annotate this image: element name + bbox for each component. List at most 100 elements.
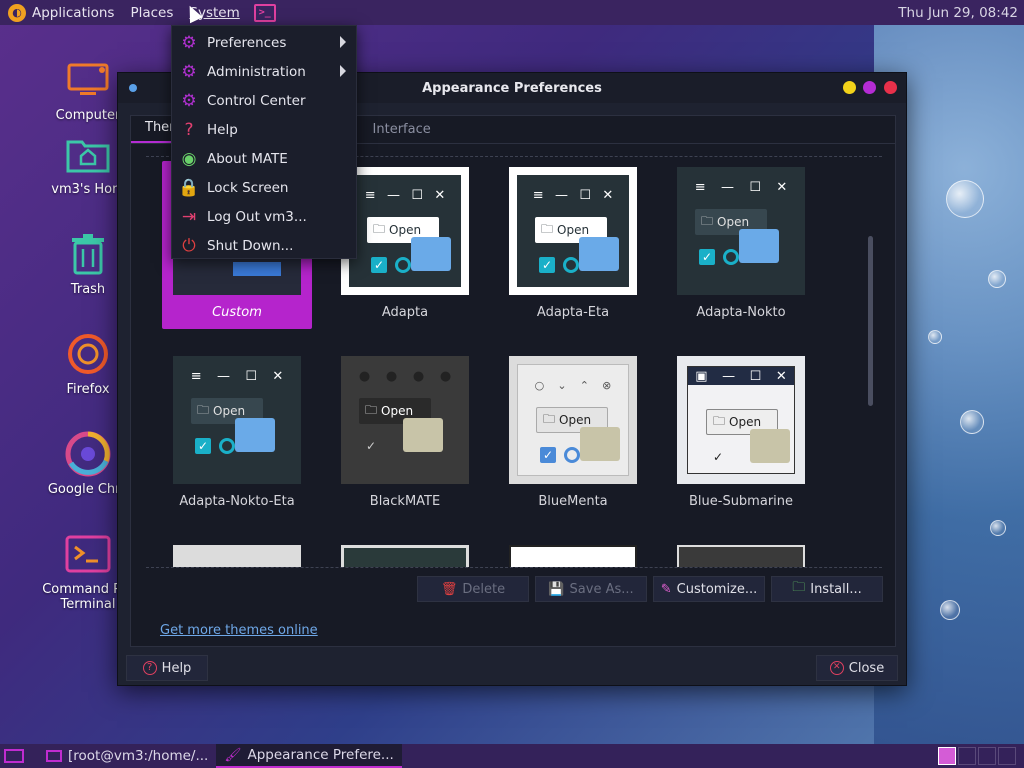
terminal-icon bbox=[46, 750, 62, 762]
menu-item-log-out[interactable]: ⇥ Log Out vm3... bbox=[172, 202, 356, 231]
customize-button[interactable]: ✎ Customize... bbox=[653, 576, 765, 602]
open-button-preview: Open bbox=[389, 223, 422, 237]
taskbar-item-label: Appearance Prefere... bbox=[247, 747, 394, 763]
theme-thumbnail: ▣ — ☐ ✕ 🗀 Open ✓ bbox=[677, 356, 805, 484]
close-button-label: Close bbox=[848, 660, 885, 676]
submenu-arrow-icon bbox=[340, 36, 346, 48]
home-folder-icon bbox=[64, 130, 112, 178]
checkbox-icon: ✓ bbox=[195, 438, 211, 454]
tab-interface[interactable]: Interface bbox=[359, 116, 445, 143]
folder-icon bbox=[411, 237, 451, 271]
close-window-button[interactable] bbox=[884, 81, 897, 94]
folder-icon bbox=[403, 418, 443, 452]
trash-icon bbox=[64, 230, 112, 278]
theme-thumbnail: ≡ — ☐ ✕ 🗀 Open ✓ bbox=[341, 167, 469, 295]
close-icon: ✕ bbox=[829, 661, 844, 675]
theme-actions: 🗑 Delete 💾 Save As... ✎ Customize... 🗀 I… bbox=[417, 576, 883, 602]
delete-button[interactable]: 🗑 Delete bbox=[417, 576, 529, 602]
theme-thumbnail: ≡ — ☐ ✕ 🗀 Open ✓ bbox=[509, 167, 637, 295]
gear-icon: ⚙ bbox=[181, 32, 197, 53]
system-dropdown-menu: ⚙ Preferences ⚙ Administration ⚙ Control… bbox=[171, 25, 357, 259]
window-menu-icon[interactable] bbox=[129, 84, 137, 92]
taskbar-item-label: [root@vm3:/home/... bbox=[68, 748, 209, 764]
save-icon: 💾 bbox=[548, 581, 565, 597]
desktop-icon bbox=[4, 749, 24, 763]
top-panel: ◐ Applications Places System >_ Thu Jun … bbox=[0, 0, 1024, 25]
theme-item-partial[interactable] bbox=[162, 545, 312, 567]
menu-item-control-center[interactable]: ⚙ Control Center bbox=[172, 86, 356, 115]
menu-item-label: Control Center bbox=[207, 92, 306, 109]
checkbox-icon: ✓ bbox=[371, 257, 387, 273]
more-themes-link[interactable]: Get more themes online bbox=[160, 623, 318, 638]
theme-item-partial[interactable] bbox=[498, 545, 648, 567]
applications-menu[interactable]: ◐ Applications bbox=[0, 0, 122, 25]
clock[interactable]: Thu Jun 29, 08:42 bbox=[898, 5, 1018, 21]
delete-button-label: Delete bbox=[462, 581, 506, 597]
workspace-1[interactable] bbox=[938, 747, 956, 765]
show-desktop-button[interactable] bbox=[0, 744, 28, 768]
close-button[interactable]: ✕ Close bbox=[816, 655, 898, 681]
theme-label: Adapta-Nokto bbox=[696, 305, 786, 320]
menu-item-help[interactable]: ? Help bbox=[172, 115, 356, 144]
theme-item-adapta-nokto-eta[interactable]: ≡ — ☐ ✕ 🗀 Open ✓ Adapta-Nokto-Eta bbox=[162, 356, 312, 509]
theme-item-adapta-eta[interactable]: ≡ — ☐ ✕ 🗀 Open ✓ Adapta-Eta bbox=[498, 167, 648, 320]
theme-grid-scrollbar[interactable] bbox=[868, 236, 873, 406]
radio-icon bbox=[395, 257, 411, 273]
checkbox-icon: ✓ bbox=[712, 450, 724, 464]
menu-item-label: Administration bbox=[207, 63, 306, 80]
folder-icon bbox=[579, 237, 619, 271]
wallpaper-bubble bbox=[946, 180, 984, 218]
save-as-button-label: Save As... bbox=[569, 581, 634, 597]
workspace-2[interactable] bbox=[958, 747, 976, 765]
open-button-preview: Open bbox=[729, 415, 762, 429]
menu-item-label: Lock Screen bbox=[207, 179, 289, 196]
theme-item-blue-submarine[interactable]: ▣ — ☐ ✕ 🗀 Open ✓ Blue-Submarine bbox=[666, 356, 816, 509]
theme-thumbnail bbox=[173, 545, 301, 567]
checkbox-icon: ✓ bbox=[540, 447, 556, 463]
theme-thumbnail bbox=[341, 545, 469, 567]
checkbox-icon: ✓ bbox=[365, 439, 377, 453]
theme-item-adapta-nokto[interactable]: ≡ — ☐ ✕ 🗀 Open ✓ Adapta-Nokto bbox=[666, 167, 816, 320]
folder-icon bbox=[739, 229, 779, 263]
theme-item-partial[interactable] bbox=[330, 545, 480, 567]
workspace-3[interactable] bbox=[978, 747, 996, 765]
firefox-icon bbox=[64, 330, 112, 378]
menu-item-preferences[interactable]: ⚙ Preferences bbox=[172, 28, 356, 57]
taskbar-item-terminal[interactable]: [root@vm3:/home/... bbox=[38, 744, 216, 768]
install-button[interactable]: 🗀 Install... bbox=[771, 576, 883, 602]
menu-item-label: About MATE bbox=[207, 150, 288, 167]
wallpaper-bubble bbox=[988, 270, 1006, 288]
help-icon: ? bbox=[142, 661, 157, 675]
window-title: Appearance Preferences bbox=[422, 80, 602, 96]
theme-item-partial[interactable] bbox=[666, 545, 816, 567]
wallpaper-bubble bbox=[990, 520, 1006, 536]
help-button[interactable]: ? Help bbox=[126, 655, 208, 681]
theme-item-blackmate[interactable]: ● ● ● ● 🗀 Open ✓ BlackMATE bbox=[330, 356, 480, 509]
checkbox-icon: ✓ bbox=[699, 249, 715, 265]
minimize-button[interactable] bbox=[843, 81, 856, 94]
theme-item-bluementa[interactable]: ○ ⌄ ⌃ ⊗ 🗀 Open ✓ BlueMenta bbox=[498, 356, 648, 509]
taskbar-item-appearance[interactable]: 🖌 Appearance Prefere... bbox=[216, 744, 402, 768]
menu-item-label: Preferences bbox=[207, 34, 287, 51]
menu-item-administration[interactable]: ⚙ Administration bbox=[172, 57, 356, 86]
workspace-4[interactable] bbox=[998, 747, 1016, 765]
bottom-panel: [root@vm3:/home/... 🖌 Appearance Prefere… bbox=[0, 744, 1024, 768]
theme-label: Custom bbox=[212, 305, 262, 320]
open-button-preview: Open bbox=[381, 404, 414, 418]
menu-item-lock-screen[interactable]: 🔒 Lock Screen bbox=[172, 173, 356, 202]
help-button-label: Help bbox=[161, 660, 192, 676]
submenu-arrow-icon bbox=[340, 65, 346, 77]
terminal-launcher-icon[interactable]: >_ bbox=[253, 3, 276, 22]
gear-icon: ⚙ bbox=[181, 90, 197, 111]
computer-icon bbox=[64, 56, 112, 104]
logout-icon: ⇥ bbox=[181, 206, 197, 227]
appearance-icon: 🖌 bbox=[224, 747, 242, 763]
places-menu[interactable]: Places bbox=[122, 0, 181, 25]
menu-item-about-mate[interactable]: ◉ About MATE bbox=[172, 144, 356, 173]
save-as-button[interactable]: 💾 Save As... bbox=[535, 576, 647, 602]
open-button-preview: Open bbox=[717, 215, 750, 229]
maximize-button[interactable] bbox=[863, 81, 876, 94]
open-button-preview: Open bbox=[213, 404, 246, 418]
applications-menu-label: Applications bbox=[32, 4, 115, 21]
menu-item-shut-down[interactable]: ⏻ Shut Down... bbox=[172, 231, 356, 260]
